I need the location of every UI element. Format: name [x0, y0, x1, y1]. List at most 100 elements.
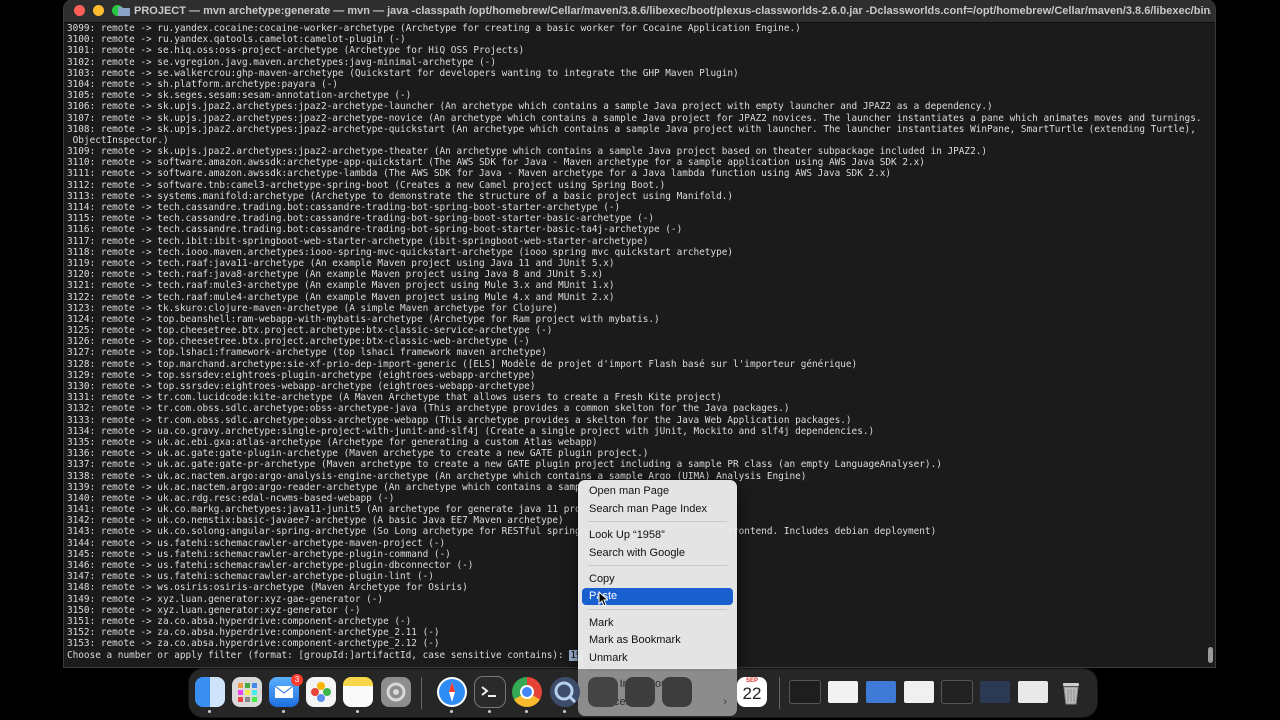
running-indicator	[525, 710, 528, 713]
minimized-window-thumbnail[interactable]	[866, 681, 896, 703]
terminal-line: 3104: remote -> sh.platform.archetype:pa…	[67, 78, 338, 90]
terminal-line: 3113: remote -> systems.manifold:archety…	[67, 190, 734, 202]
terminal-line: 3099: remote -> ru.yandex.cocaine:cocain…	[67, 23, 801, 34]
terminal-line: 3108: remote -> sk.upjs.jpaz2.archetypes…	[67, 123, 1201, 135]
trash-icon[interactable]	[1056, 677, 1086, 707]
minimized-window-thumbnail[interactable]	[828, 681, 858, 703]
menu-item-mark-as-bookmark[interactable]: Mark as Bookmark	[582, 632, 733, 649]
chrome-icon[interactable]	[512, 677, 542, 707]
notes-icon[interactable]	[343, 677, 373, 707]
minimized-window-thumbnail[interactable]	[1018, 681, 1048, 703]
terminal-line: 3117: remote -> tech.ibit:ibit-springboo…	[67, 235, 649, 247]
scrollbar[interactable]	[1205, 23, 1213, 665]
terminal-line: 3132: remote -> tr.com.obss.sdlc.archety…	[67, 403, 790, 415]
mail-badge: 3	[291, 674, 303, 686]
menu-item-label: Search man Page Index	[589, 503, 708, 515]
terminal-line: 3100: remote -> ru.yandex.qatools.camelo…	[67, 34, 406, 46]
minimize-button[interactable]	[93, 5, 104, 16]
terminal-line: 3111: remote -> software.amazon.awssdk:a…	[67, 168, 892, 180]
running-indicator	[208, 710, 211, 713]
terminal-line: 3119: remote -> tech.raaf:java11-archety…	[67, 257, 615, 269]
terminal-line: 3110: remote -> software.amazon.awssdk:a…	[67, 157, 925, 169]
menu-item-label: Mark as Bookmark	[589, 634, 681, 646]
trash-can-icon	[1063, 683, 1079, 705]
window-controls	[74, 5, 123, 16]
title-bar[interactable]: PROJECT — mvn archetype:generate — mvn —…	[64, 0, 1215, 23]
menu-item-label: Copy	[589, 573, 615, 585]
terminal-line: 3137: remote -> uk.ac.gate:gate-pr-arche…	[67, 459, 942, 471]
flower-icon	[311, 682, 331, 702]
terminal-line: 3112: remote -> software.tnb:camel3-arch…	[67, 179, 666, 191]
terminal-line: 3128: remote -> top.marchand.archetype:s…	[67, 358, 858, 370]
menu-item-label: Search with Google	[589, 547, 685, 559]
terminal-line: 3106: remote -> sk.upjs.jpaz2.archetypes…	[67, 101, 993, 113]
minimized-window-thumbnail[interactable]	[904, 681, 934, 703]
terminal-line: 3125: remote -> top.cheesetree.btx.proje…	[67, 325, 553, 337]
menu-separator	[588, 521, 727, 522]
terminal-line: 3127: remote -> top.lshaci:framework-arc…	[67, 347, 547, 359]
safari-icon[interactable]	[437, 677, 467, 707]
terminal-line: 3135: remote -> uk.ac.ebi.gxa:atlas-arch…	[67, 436, 598, 448]
grid-icon	[238, 683, 257, 702]
terminal-line: 3105: remote -> sk.seges.sesam:sesam-ann…	[67, 90, 412, 102]
terminal-line: 3120: remote -> tech.raaf:java8-archetyp…	[67, 269, 604, 281]
menu-separator	[588, 565, 727, 566]
terminal-line: 3124: remote -> top.beanshell:ram-webapp…	[67, 313, 660, 325]
terminal-line: 3109: remote -> sk.upjs.jpaz2.archetypes…	[67, 146, 988, 158]
scrollbar-thumb[interactable]	[1208, 647, 1213, 663]
calendar-day: 22	[742, 684, 762, 703]
terminal-line: 3121: remote -> tech.raaf:mule3-archetyp…	[67, 280, 615, 292]
terminal-line: ObjectInspector.)	[67, 134, 169, 146]
menu-item-search-man-page-index[interactable]: Search man Page Index	[582, 501, 733, 518]
menu-item-copy[interactable]: Copy	[582, 571, 733, 588]
mail-icon[interactable]: 3	[269, 674, 303, 707]
terminal-line: 3134: remote -> ua.co.gravy.archetype:si…	[67, 425, 875, 437]
menu-item-unmark[interactable]: Unmark	[582, 650, 733, 667]
launchpad-icon[interactable]	[232, 677, 262, 707]
terminal-line: 3114: remote -> tech.cassandre.trading.b…	[67, 202, 621, 213]
menu-item-label: Look Up “1958”	[589, 529, 665, 541]
menu-item-search-with-google[interactable]: Search with Google	[582, 545, 733, 562]
dock-divider	[421, 677, 422, 709]
dock-hidden-app-icon[interactable]	[625, 677, 655, 707]
gear-icon	[386, 682, 406, 702]
running-indicator	[450, 710, 453, 713]
dock: 3 SEP 22	[189, 669, 1097, 717]
minimized-window-thumbnail[interactable]	[942, 681, 972, 703]
running-indicator	[356, 710, 359, 713]
dock-hidden-app-icon[interactable]	[588, 677, 618, 707]
close-button[interactable]	[74, 5, 85, 16]
window-title: PROJECT — mvn archetype:generate — mvn —…	[134, 5, 1211, 17]
folder-icon	[118, 7, 130, 16]
terminal-line: 3115: remote -> tech.cassandre.trading.b…	[67, 213, 654, 225]
menu-item-mark[interactable]: Mark	[582, 615, 733, 632]
terminal-line: 3103: remote -> se.walkercrou:ghp-maven-…	[67, 67, 739, 79]
chrome-center-icon	[520, 685, 534, 699]
minimized-window-thumbnail[interactable]	[980, 681, 1010, 703]
running-indicator	[488, 710, 491, 713]
menu-item-label: Unmark	[589, 652, 628, 664]
terminal-line: 3136: remote -> uk.ac.gate:gate-plugin-a…	[67, 448, 649, 460]
terminal-line: 3107: remote -> sk.upjs.jpaz2.archetypes…	[67, 112, 1201, 124]
terminal-line: 3122: remote -> tech.raaf:mule4-archetyp…	[67, 291, 615, 303]
terminal-line: 3129: remote -> top.ssrsdev:eightroes-pl…	[67, 369, 536, 381]
photos-icon[interactable]	[306, 677, 336, 707]
system-settings-icon[interactable]	[381, 677, 411, 707]
dock-hidden-app-icon[interactable]	[662, 677, 692, 707]
finder-icon[interactable]	[195, 677, 225, 707]
terminal-line: 3133: remote -> tr.com.obss.sdlc.archety…	[67, 414, 852, 426]
dock-divider	[779, 677, 780, 709]
terminal-line: 3102: remote -> se.vgregion.javg.maven.a…	[67, 56, 496, 68]
terminal-icon[interactable]	[475, 677, 505, 707]
menu-item-open-man-page[interactable]: Open man Page	[582, 483, 733, 500]
quicktime-icon[interactable]	[550, 677, 580, 707]
terminal-line: 3130: remote -> top.ssrsdev:eightroes-we…	[67, 381, 536, 392]
menu-item-look-up[interactable]: Look Up “1958”	[582, 527, 733, 544]
minimized-window-thumbnail[interactable]	[790, 681, 820, 703]
terminal-line: 3101: remote -> se.hiq.oss:oss-project-a…	[67, 45, 525, 57]
terminal-line: 3131: remote -> tr.com.lucidcode:kite-ar…	[67, 392, 722, 404]
prompt-icon	[481, 686, 496, 697]
menu-item-label: Mark	[589, 617, 614, 629]
running-indicator	[563, 710, 566, 713]
calendar-icon[interactable]: SEP 22	[737, 677, 767, 707]
